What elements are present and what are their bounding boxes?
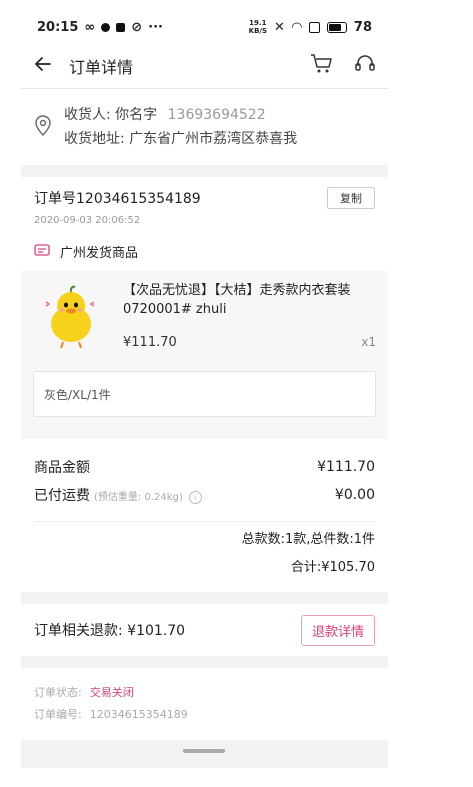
order-status-label: 订单状态: <box>34 686 82 699</box>
count-summary: 总款数:1款,总件数:1件 <box>241 532 375 547</box>
address-label: 收货地址: <box>64 131 125 147</box>
refund-label: 订单相关退款: ¥101.70 <box>34 623 186 639</box>
status-bar: 20:15 ∞ ⊘ ··· 19.1 KB/S ✕ ◠ 78 <box>21 10 388 44</box>
order-no-value: 12034615354189 <box>89 708 188 721</box>
goods-amount-label: 商品金额 <box>34 460 90 476</box>
order-status-row: 订单状态: 交易关闭 <box>34 682 375 704</box>
freight-value: ¥0.00 <box>334 487 375 503</box>
back-arrow-icon[interactable] <box>33 54 53 78</box>
duck-sticker-icon <box>45 285 95 349</box>
receiver-line: 收货人: 你名字 13693694522 <box>64 103 297 127</box>
location-pin-icon <box>34 114 52 140</box>
customer-service-icon[interactable] <box>354 53 376 79</box>
weight-note: (预估重量: 0.24kg) <box>94 492 183 503</box>
receiver-phone: 13693694522 <box>167 107 266 123</box>
goods-quantity: x1 <box>361 335 376 349</box>
order-time: 2020-09-03 20:06:52 <box>34 215 141 226</box>
nav-bar: 订单详情 <box>21 44 388 89</box>
cart-icon[interactable] <box>310 53 334 79</box>
order-no-row: 订单编号: 12034615354189 <box>34 704 375 726</box>
battery-icon <box>326 21 347 33</box>
order-status-value: 交易关闭 <box>89 686 134 699</box>
info-icon[interactable]: i <box>188 491 202 504</box>
ship-from-row: 广州发货商品 <box>21 226 388 271</box>
goods-image[interactable] <box>33 281 109 357</box>
notification-dot-icon <box>101 22 111 32</box>
address-line: 收货地址: 广东省广州市荔湾区恭喜我 <box>64 127 297 151</box>
check-circle-icon: ⊘ <box>131 19 143 35</box>
copy-button[interactable]: 复制 <box>327 187 375 209</box>
order-number: 订单号12034615354189 <box>34 191 201 207</box>
refund-card: 订单相关退款: ¥101.70 退款详情 <box>21 604 388 656</box>
screen-icon <box>308 21 320 33</box>
mute-icon: ✕ <box>274 19 285 35</box>
page-title: 订单详情 <box>69 58 134 77</box>
goods-amount-row: 商品金额 ¥111.70 <box>34 453 375 481</box>
ship-from-label: 广州发货商品 <box>60 246 139 261</box>
wifi-icon: ◠ <box>291 19 302 35</box>
goods-title: 【次品无忧退】【大桔】走秀款内衣套装 0720001# zhuli <box>123 283 351 317</box>
more-notifications-icon: ··· <box>148 19 163 35</box>
address-text: 广东省广州市荔湾区恭喜我 <box>129 131 298 147</box>
goods-price: ¥111.70 <box>123 335 177 350</box>
address-card: 收货人: 你名字 13693694522 收货地址: 广东省广州市荔湾区恭喜我 <box>21 89 388 165</box>
freight-label: 已付运费 <box>34 488 90 504</box>
phone-screen: 20:15 ∞ ⊘ ··· 19.1 KB/S ✕ ◠ 78 订单详情 收货人:… <box>21 10 388 768</box>
refund-details-button[interactable]: 退款详情 <box>300 614 375 646</box>
receiver-label: 收货人: <box>64 107 111 123</box>
receiver-name: 你名字 <box>115 107 158 123</box>
status-time: 20:15 <box>37 19 79 35</box>
total-summary: 合计:¥105.70 <box>290 560 375 575</box>
order-no-label: 订单编号: <box>34 708 82 721</box>
goods-sku: 灰色/XL/1件 <box>33 371 376 417</box>
order-status-card: 订单状态: 交易关闭 订单编号: 12034615354189 <box>21 668 388 740</box>
goods-amount-value: ¥111.70 <box>317 459 375 475</box>
freight-row: 已付运费 (预估重量: 0.24kg) i ¥0.00 <box>34 481 375 509</box>
truck-icon <box>34 243 50 261</box>
app-notification-icon <box>116 22 126 32</box>
order-card: 订单号12034615354189 复制 2020-09-03 20:06:52… <box>21 177 388 592</box>
goods-item[interactable]: 【次品无忧退】【大桔】走秀款内衣套装 0720001# zhuli ¥111.7… <box>21 271 388 439</box>
home-indicator[interactable] <box>183 749 225 753</box>
battery-level: 78 <box>353 19 372 35</box>
infinity-icon: ∞ <box>84 19 96 35</box>
price-summary: 商品金额 ¥111.70 已付运费 (预估重量: 0.24kg) i ¥0.00 总… <box>21 439 388 592</box>
net-speed: 19.1 KB/S <box>248 19 267 35</box>
